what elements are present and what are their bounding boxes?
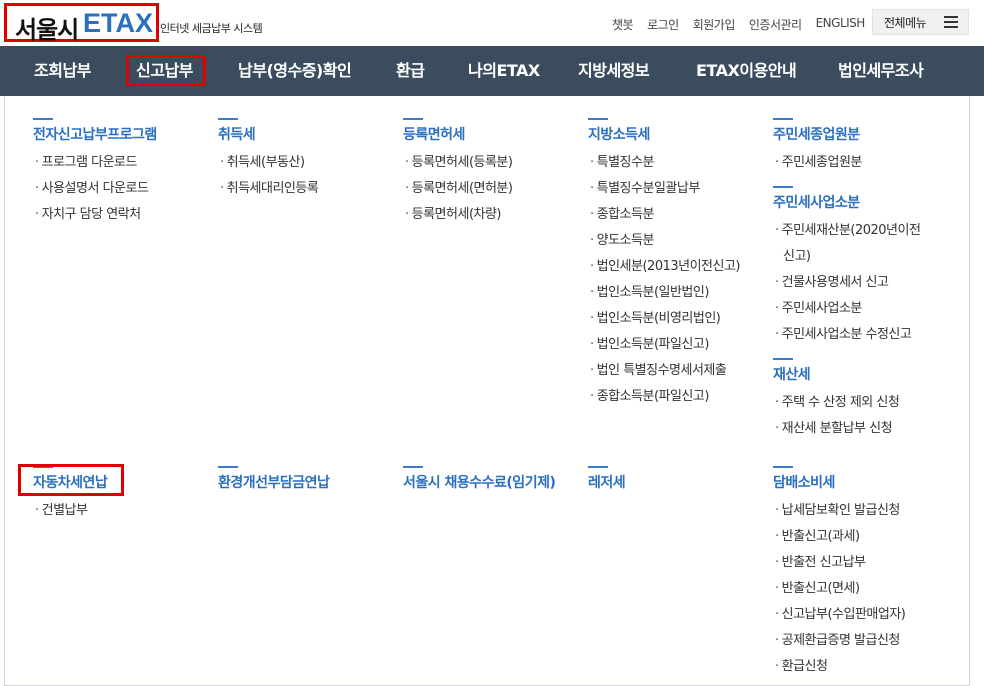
category-acquisition-tax[interactable]: 취득세 <box>218 124 318 146</box>
menu-item-resident-business-amend[interactable]: 주민세사업소분 수정신고 <box>773 322 920 348</box>
category-resident-business-tax[interactable]: 주민세사업소분 <box>773 192 920 214</box>
menu-item-registration[interactable]: 등록면허세(등록분) <box>403 150 513 176</box>
menu-item-acquisition-real-estate[interactable]: 취득세(부동산) <box>218 150 318 176</box>
login-link[interactable]: 로그인 <box>647 16 679 33</box>
menu-item-building-usage-report[interactable]: 건물사용명세서 신고 <box>773 270 920 296</box>
category-divider <box>773 186 793 188</box>
menu-item-license[interactable]: 등록면허세(면허분) <box>403 176 513 202</box>
menu-row2-col-2: 환경개선부담금연납 <box>218 466 330 494</box>
menu-item-export-report-exempt[interactable]: 반출신고(면세) <box>773 576 905 602</box>
signup-link[interactable]: 회원가입 <box>693 16 736 33</box>
menu-item-corporate-file[interactable]: 법인소득분(파일신고) <box>588 332 740 358</box>
menu-item-comprehensive-income[interactable]: 종합소득분 <box>588 202 740 228</box>
logo-highlight[interactable]: 서울시 ETAX <box>4 3 159 44</box>
category-property-tax[interactable]: 재산세 <box>773 364 920 386</box>
english-link[interactable]: ENGLISH <box>816 16 866 33</box>
menu-item-withholding-bulk[interactable]: 특별징수분일괄납부 <box>588 176 740 202</box>
chatbot-link[interactable]: 챗봇 <box>612 16 634 33</box>
menu-col-5: 주민세종업원분 주민세종업원분 주민세사업소분 주민세재산분(2020년이전 신… <box>773 118 921 452</box>
nav-item-corporate-audit[interactable]: 법인세무조사 <box>838 46 924 96</box>
hamburger-icon <box>944 16 958 28</box>
menu-col-3: 등록면허세 등록면허세(등록분) 등록면허세(면허분) 등록면허세(차량) <box>403 118 513 228</box>
utility-links: 챗봇 로그인 회원가입 인증서관리 ENGLISH <box>612 16 879 33</box>
menu-item-corporate-before-2013[interactable]: 법인세분(2013년이전신고) <box>588 254 741 280</box>
menu-item-refund-request[interactable]: 환급신청 <box>773 654 905 680</box>
nav-item-receipt-check[interactable]: 납부(영수증)확인 <box>238 46 352 96</box>
menu-item-resident-property[interactable]: 주민세재산분(2020년이전 <box>773 218 921 244</box>
menu-item-comprehensive-file[interactable]: 종합소득분(파일신고) <box>588 384 740 410</box>
category-divider <box>773 358 793 360</box>
menu-item-importer-report[interactable]: 신고납부(수입판매업자) <box>773 602 906 628</box>
nav-item-inquiry-payment[interactable]: 조회납부 <box>34 46 91 96</box>
menu-row2-col-5: 담배소비세 납세담보확인 발급신청 반출신고(과세) 반출전 신고납부 반출신고… <box>773 466 906 680</box>
menu-item-transfer-income[interactable]: 양도소득분 <box>588 228 740 254</box>
logo-seoul-text: 서울시 <box>15 16 79 44</box>
nav-item-refund[interactable]: 환급 <box>396 46 425 96</box>
menu-item-corporate-withholding-statement[interactable]: 법인 특별징수명세서제출 <box>588 358 740 384</box>
menu-item-per-case-payment[interactable]: 건별납부 <box>33 498 107 524</box>
category-divider <box>403 118 423 120</box>
menu-item-pre-export-report[interactable]: 반출전 신고납부 <box>773 550 905 576</box>
active-nav-highlight <box>126 55 206 86</box>
menu-item-export-report-taxable[interactable]: 반출신고(과세) <box>773 524 905 550</box>
menu-item-resident-property-cont[interactable]: 신고) <box>773 244 920 270</box>
logo-subtitle: 인터넷 세금납부 시스템 <box>160 22 263 35</box>
all-menu-button[interactable]: 전체메뉴 <box>872 9 969 35</box>
menu-col-4: 지방소득세 특별징수분 특별징수분일괄납부 종합소득분 양도소득분 법인세분(2… <box>588 118 741 410</box>
menu-item-acquisition-agent-register[interactable]: 취득세대리인등록 <box>218 176 319 202</box>
certificate-link[interactable]: 인증서관리 <box>749 16 802 33</box>
category-leisure-tax[interactable]: 레저세 <box>588 472 626 494</box>
category-tobacco-tax[interactable]: 담배소비세 <box>773 472 905 494</box>
menu-item-withholding[interactable]: 특별징수분 <box>588 150 740 176</box>
category-local-income-tax[interactable]: 지방소득세 <box>588 124 740 146</box>
category-divider <box>403 466 423 468</box>
logo-etax-text: ETAX <box>83 8 154 38</box>
category-divider <box>588 466 608 468</box>
nav-item-my-etax[interactable]: 나의ETAX <box>468 46 540 96</box>
menu-row2-col-3: 서울시 채용수수료(임기제) <box>403 466 556 494</box>
nav-item-etax-guide[interactable]: ETAX이용안내 <box>696 46 797 96</box>
category-recruitment-fee[interactable]: 서울시 채용수수료(임기제) <box>403 472 556 494</box>
menu-item-collateral-certificate[interactable]: 납세담보확인 발급신청 <box>773 498 905 524</box>
menu-item-district-contacts[interactable]: 자치구 담당 연락처 <box>33 202 157 228</box>
category-divider <box>773 118 793 120</box>
all-menu-label: 전체메뉴 <box>884 15 927 30</box>
menu-item-vehicle[interactable]: 등록면허세(차량) <box>403 202 512 228</box>
category-divider <box>33 118 53 120</box>
menu-row2-col-4: 레저세 <box>588 466 626 494</box>
category-divider <box>218 118 238 120</box>
menu-col-1: 전자신고납부프로그램 프로그램 다운로드 사용설명서 다운로드 자치구 담당 연… <box>33 118 157 228</box>
category-divider <box>773 466 793 468</box>
menu-item-installment-payment[interactable]: 재산세 분할납부 신청 <box>773 416 920 442</box>
menu-col-2: 취득세 취득세(부동산) 취득세대리인등록 <box>218 118 319 202</box>
category-divider <box>588 118 608 120</box>
nav-item-local-tax-info[interactable]: 지방세정보 <box>578 46 650 96</box>
category-resident-employee-tax[interactable]: 주민세종업원분 <box>773 124 920 146</box>
category-highlight <box>18 464 124 496</box>
menu-item-corporate-nonprofit[interactable]: 법인소득분(비영리법인) <box>588 306 740 332</box>
menu-item-program-download[interactable]: 프로그램 다운로드 <box>33 150 157 176</box>
menu-item-corporate-general[interactable]: 법인소득분(일반법인) <box>588 280 740 306</box>
site-header: 서울시 ETAX 인터넷 세금납부 시스템 챗봇 로그인 회원가입 인증서관리 … <box>0 0 984 46</box>
menu-item-deduction-refund-certificate[interactable]: 공제환급증명 발급신청 <box>773 628 905 654</box>
menu-item-manual-download[interactable]: 사용설명서 다운로드 <box>33 176 157 202</box>
category-e-filing-program[interactable]: 전자신고납부프로그램 <box>33 124 157 146</box>
menu-item-resident-employee[interactable]: 주민세종업원분 <box>773 150 920 176</box>
category-registration-license-tax[interactable]: 등록면허세 <box>403 124 512 146</box>
category-divider <box>218 466 238 468</box>
menu-item-housing-exclusion[interactable]: 주택 수 산정 제외 신청 <box>773 390 920 416</box>
menu-item-resident-business[interactable]: 주민세사업소분 <box>773 296 920 322</box>
category-environment-charge[interactable]: 환경개선부담금연납 <box>218 472 330 494</box>
